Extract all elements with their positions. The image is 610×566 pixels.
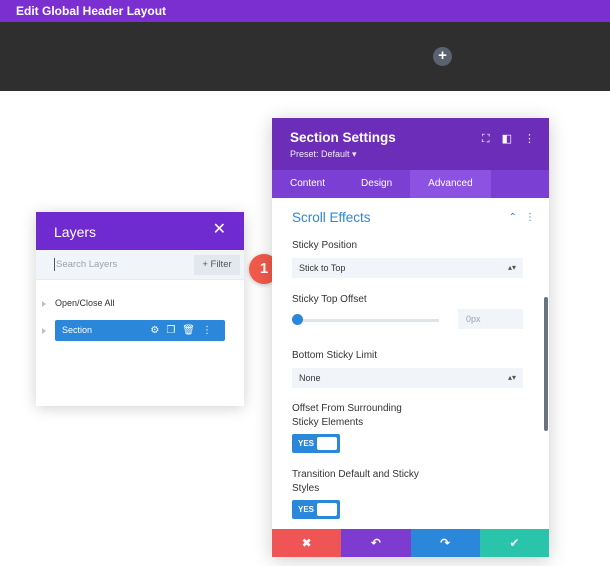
chevron-up-icon[interactable]: ⌃ bbox=[509, 212, 517, 223]
more-icon[interactable]: ⋮ bbox=[524, 132, 535, 145]
toggle-yes-label: YES bbox=[298, 505, 315, 514]
settings-tabs: Content Design Advanced bbox=[272, 170, 549, 198]
select-arrows-icon: ▴▾ bbox=[507, 373, 516, 382]
more-icon[interactable]: ⋮ bbox=[202, 325, 219, 336]
section-toggle[interactable] bbox=[42, 325, 55, 335]
offset-surrounding-label-1: Offset From Surrounding bbox=[292, 403, 402, 414]
settings-scrollbar[interactable] bbox=[544, 297, 548, 431]
sidebar-icon[interactable]: ◧ bbox=[502, 132, 512, 145]
transition-default-toggle[interactable]: YES bbox=[292, 500, 340, 519]
layer-actions: ⚙❐🗑⋮ bbox=[150, 320, 219, 341]
header-canvas: + bbox=[0, 22, 610, 91]
layers-title: Layers bbox=[54, 224, 97, 240]
sticky-position-label: Sticky Position bbox=[292, 240, 358, 251]
layers-panel: Layers ✕ Search Layers + Filter Open/Clo… bbox=[36, 212, 244, 406]
trash-icon[interactable]: 🗑 bbox=[182, 325, 202, 336]
offset-surrounding-toggle[interactable]: YES bbox=[292, 434, 340, 453]
settings-footer: ✖ ↶ ↷ ✔ bbox=[272, 529, 549, 557]
add-section-button[interactable]: + bbox=[433, 47, 452, 66]
settings-header: Section Settings Preset: Default ▾ ⛶ ◧ ⋮ bbox=[272, 118, 549, 170]
bottom-sticky-limit-value: None bbox=[299, 373, 321, 383]
sticky-position-select[interactable]: Stick to Top ▴▾ bbox=[292, 258, 523, 278]
sticky-position-value: Stick to Top bbox=[299, 263, 346, 273]
expand-icon[interactable]: ⛶ bbox=[482, 133, 490, 146]
layer-section-label: Section bbox=[62, 325, 93, 335]
plus-icon: + bbox=[438, 47, 447, 64]
close-icon[interactable]: ✕ bbox=[213, 222, 226, 238]
open-close-all-row[interactable]: Open/Close All bbox=[42, 298, 115, 308]
filter-button[interactable]: + Filter bbox=[194, 255, 240, 275]
editor-title-bar: Edit Global Header Layout bbox=[0, 0, 610, 22]
settings-body: Scroll Effects ⌃ ⋮ Sticky Position Stick … bbox=[272, 198, 549, 527]
select-arrows-icon: ▴▾ bbox=[507, 263, 516, 272]
transition-default-label-2: Styles bbox=[292, 483, 320, 494]
offset-surrounding-label-2: Sticky Elements bbox=[292, 417, 364, 428]
tab-design[interactable]: Design bbox=[343, 170, 410, 198]
sticky-top-offset-input[interactable]: 0px bbox=[458, 309, 523, 329]
tab-advanced[interactable]: Advanced bbox=[410, 170, 491, 198]
gear-icon[interactable]: ⚙ bbox=[150, 325, 166, 336]
toggle-knob bbox=[317, 503, 337, 516]
toggle-yes-label: YES bbox=[298, 439, 315, 448]
more-icon[interactable]: ⋮ bbox=[525, 212, 535, 223]
save-button[interactable]: ✔ bbox=[479, 529, 549, 557]
duplicate-icon[interactable]: ❐ bbox=[166, 325, 182, 336]
cancel-button[interactable]: ✖ bbox=[272, 529, 342, 557]
sticky-top-offset-label: Sticky Top Offset bbox=[292, 294, 367, 305]
tab-content[interactable]: Content bbox=[272, 170, 343, 198]
expand-triangle-icon bbox=[42, 327, 46, 334]
scroll-effects-title[interactable]: Scroll Effects bbox=[292, 210, 371, 225]
group-controls: ⌃ ⋮ bbox=[501, 212, 535, 223]
bottom-sticky-limit-label: Bottom Sticky Limit bbox=[292, 350, 378, 361]
search-layers-input[interactable]: Search Layers bbox=[56, 259, 117, 270]
preset-selector[interactable]: Preset: Default ▾ bbox=[290, 149, 531, 160]
sticky-top-offset-slider-knob[interactable] bbox=[292, 314, 303, 325]
text-caret bbox=[54, 258, 55, 271]
layers-search-bar: Search Layers + Filter bbox=[36, 250, 244, 280]
sticky-top-offset-slider-track[interactable] bbox=[296, 319, 439, 322]
undo-button[interactable]: ↶ bbox=[341, 529, 411, 557]
section-settings-panel: Section Settings Preset: Default ▾ ⛶ ◧ ⋮ C… bbox=[272, 118, 549, 557]
transition-default-label-1: Transition Default and Sticky bbox=[292, 469, 419, 480]
open-close-all-label: Open/Close All bbox=[55, 298, 115, 308]
expand-triangle-icon bbox=[42, 300, 46, 307]
bottom-sticky-limit-select[interactable]: None ▴▾ bbox=[292, 368, 523, 388]
layer-section-item[interactable]: Section ⚙❐🗑⋮ bbox=[55, 320, 225, 341]
toggle-knob bbox=[317, 437, 337, 450]
layers-header: Layers ✕ bbox=[36, 212, 244, 250]
editor-title: Edit Global Header Layout bbox=[16, 4, 167, 18]
settings-header-icons: ⛶ ◧ ⋮ bbox=[470, 132, 535, 146]
redo-button[interactable]: ↷ bbox=[410, 529, 480, 557]
